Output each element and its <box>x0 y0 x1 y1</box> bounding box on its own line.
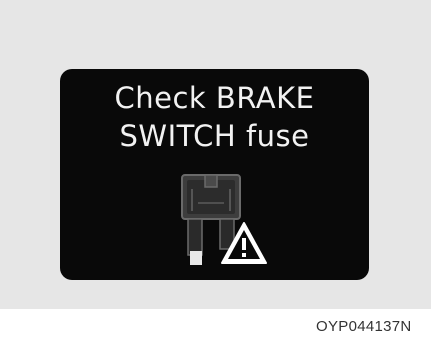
figure-code: OYP044137N <box>316 318 412 335</box>
fuse-icon <box>181 174 267 265</box>
message-line-1: Check BRAKE <box>114 81 315 115</box>
cluster-display: Check BRAKE SWITCH fuse <box>60 69 369 280</box>
message-line-2: SWITCH fuse <box>119 119 310 153</box>
